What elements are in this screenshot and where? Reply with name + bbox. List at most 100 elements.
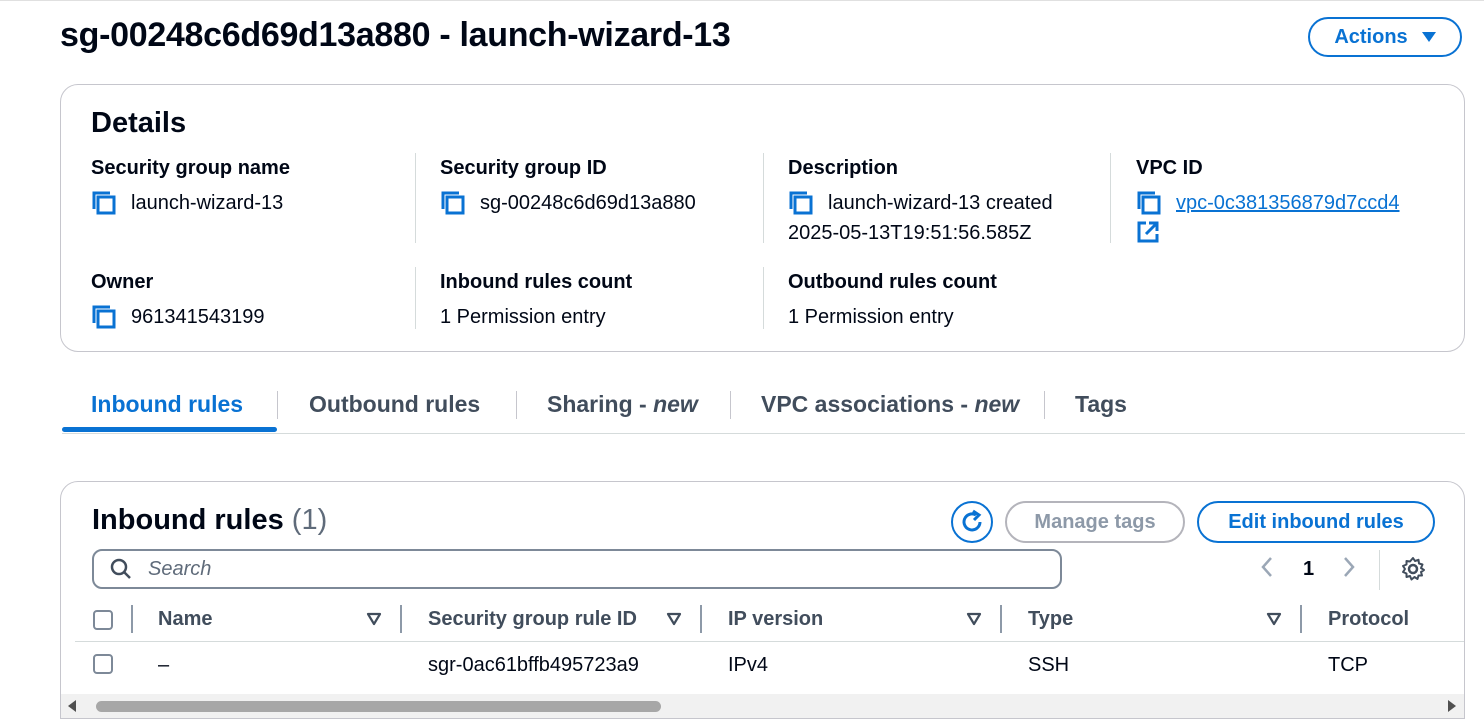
inbound-rules-count: (1) (291, 504, 328, 536)
row-checkbox[interactable] (93, 654, 113, 674)
tab-sharing[interactable]: Sharing - new (547, 391, 698, 418)
field-value-row: 1 Permission entry (440, 302, 632, 332)
field-security-group-id: Security group ID sg-00248c6d69d13a880 (440, 157, 696, 218)
cell-ip-version: IPv4 (728, 654, 769, 676)
tab-inbound-rules[interactable]: Inbound rules (91, 391, 243, 418)
inbound-rules-title: Inbound rules (1) (92, 504, 327, 537)
tab-label: Outbound rules (309, 391, 481, 417)
field-owner: Owner 961341543199 (91, 271, 264, 332)
tab-label: Tags (1075, 391, 1127, 417)
external-link-icon[interactable] (1136, 220, 1160, 244)
column-header-type[interactable]: Type (1028, 608, 1073, 631)
field-inbound-rules-count: Inbound rules count 1 Permission entry (440, 271, 632, 332)
tab-label: Sharing - (547, 391, 654, 417)
pager-separator (1379, 550, 1380, 590)
field-label: VPC ID (1136, 157, 1203, 179)
tab-separator (516, 391, 517, 419)
field-value-row: launch-wizard-13 created (788, 188, 1053, 218)
tab-new-suffix: new (653, 391, 698, 417)
tab-separator (1044, 391, 1045, 419)
tab-outbound-rules[interactable]: Outbound rules (309, 391, 480, 418)
column-header-rule-id[interactable]: Security group rule ID (428, 608, 637, 631)
field-security-group-name: Security group name launch-wizard-13 (91, 157, 290, 218)
tab-vpc-associations[interactable]: VPC associations - new (761, 391, 1019, 418)
column-separator (131, 605, 133, 633)
tab-new-suffix: new (974, 391, 1020, 417)
details-title: Details (91, 107, 187, 139)
divider (415, 153, 416, 243)
sort-icon[interactable] (966, 612, 982, 626)
chevron-right-icon[interactable] (1341, 556, 1357, 578)
select-all-checkbox[interactable] (93, 610, 113, 630)
details-panel: Details Security group name launch-wizar… (60, 84, 1465, 352)
field-label: Inbound rules count (440, 271, 633, 293)
field-outbound-rules-count: Outbound rules count 1 Permission entry (788, 271, 997, 332)
cell-type: SSH (1028, 654, 1070, 676)
caret-down-icon (1421, 32, 1436, 42)
active-tab-indicator (62, 427, 277, 432)
divider (763, 153, 764, 243)
column-header-name[interactable]: Name (158, 608, 212, 631)
edit-inbound-rules-button[interactable]: Edit inbound rules (1197, 501, 1435, 543)
column-separator (400, 605, 402, 633)
outbound-rules-count-value: 1 Permission entry (788, 306, 954, 328)
column-header-ip-version[interactable]: IP version (728, 608, 823, 631)
copy-icon[interactable] (91, 190, 117, 216)
sort-icon[interactable] (1266, 612, 1282, 626)
field-label: Security group ID (440, 157, 607, 179)
scroll-right-icon[interactable] (1448, 700, 1456, 712)
cell-rule-id: sgr-0ac61bffb495723a9 (428, 654, 639, 676)
field-label: Owner (91, 271, 154, 293)
copy-icon[interactable] (91, 304, 117, 330)
tab-bar: Inbound rules Outbound rules Sharing - n… (62, 383, 1465, 434)
column-separator (1300, 605, 1302, 633)
search-input[interactable] (146, 556, 950, 582)
search-icon (110, 558, 131, 579)
sort-icon[interactable] (366, 612, 382, 626)
table-header: Name Security group rule ID IP version T… (75, 599, 1464, 642)
horizontal-scrollbar[interactable] (61, 694, 1464, 718)
divider (1110, 153, 1111, 243)
field-value-row: vpc-0c381356879d7ccd4 (1136, 188, 1400, 218)
field-value-row: launch-wizard-13 (91, 188, 290, 218)
gear-icon[interactable] (1400, 556, 1426, 582)
chevron-left-icon[interactable] (1259, 556, 1275, 578)
tab-tags[interactable]: Tags (1075, 391, 1127, 418)
vpc-id-link[interactable]: vpc-0c381356879d7ccd4 (1176, 188, 1400, 218)
copy-icon[interactable] (440, 190, 466, 216)
sort-icon[interactable] (666, 612, 682, 626)
inbound-rules-heading: Inbound rules (92, 504, 284, 536)
actions-button[interactable]: Actions (1308, 17, 1462, 57)
copy-icon[interactable] (788, 190, 814, 216)
field-value-row: sg-00248c6d69d13a880 (440, 188, 696, 218)
search-field[interactable] (92, 549, 1062, 589)
field-value-row: 961341543199 (91, 302, 264, 332)
tab-separator (277, 391, 278, 419)
description-value-line2: 2025-05-13T19:51:56.585Z (788, 222, 1032, 244)
column-header-protocol[interactable]: Protocol (1328, 608, 1409, 631)
tab-separator (730, 391, 731, 419)
table-row[interactable]: – sgr-0ac61bffb495723a9 IPv4 SSH TCP (75, 642, 1464, 688)
tab-label: Inbound rules (91, 391, 244, 417)
security-group-id-value: sg-00248c6d69d13a880 (480, 192, 696, 214)
refresh-button[interactable] (951, 501, 993, 543)
description-value-line1: launch-wizard-13 created (828, 192, 1053, 214)
inbound-rules-count-value: 1 Permission entry (440, 306, 606, 328)
refresh-icon (962, 509, 982, 532)
column-separator (700, 605, 702, 633)
inbound-rules-panel: Inbound rules (1) Manage tags Edit inbou… (60, 481, 1465, 719)
field-description: Description launch-wizard-13 created 202… (788, 157, 1053, 248)
field-label: Security group name (91, 157, 290, 179)
field-value-row: 1 Permission entry (788, 302, 997, 332)
top-border (0, 0, 1484, 1)
cell-name: – (158, 654, 170, 676)
scroll-left-icon[interactable] (68, 700, 76, 712)
page-number[interactable]: 1 (1303, 558, 1314, 581)
divider (763, 267, 764, 329)
field-label: Description (788, 157, 899, 179)
scrollbar-thumb[interactable] (96, 701, 661, 712)
manage-tags-button[interactable]: Manage tags (1005, 501, 1185, 543)
field-label: Outbound rules count (788, 271, 997, 293)
copy-icon[interactable] (1136, 190, 1162, 216)
owner-value: 961341543199 (131, 306, 265, 328)
